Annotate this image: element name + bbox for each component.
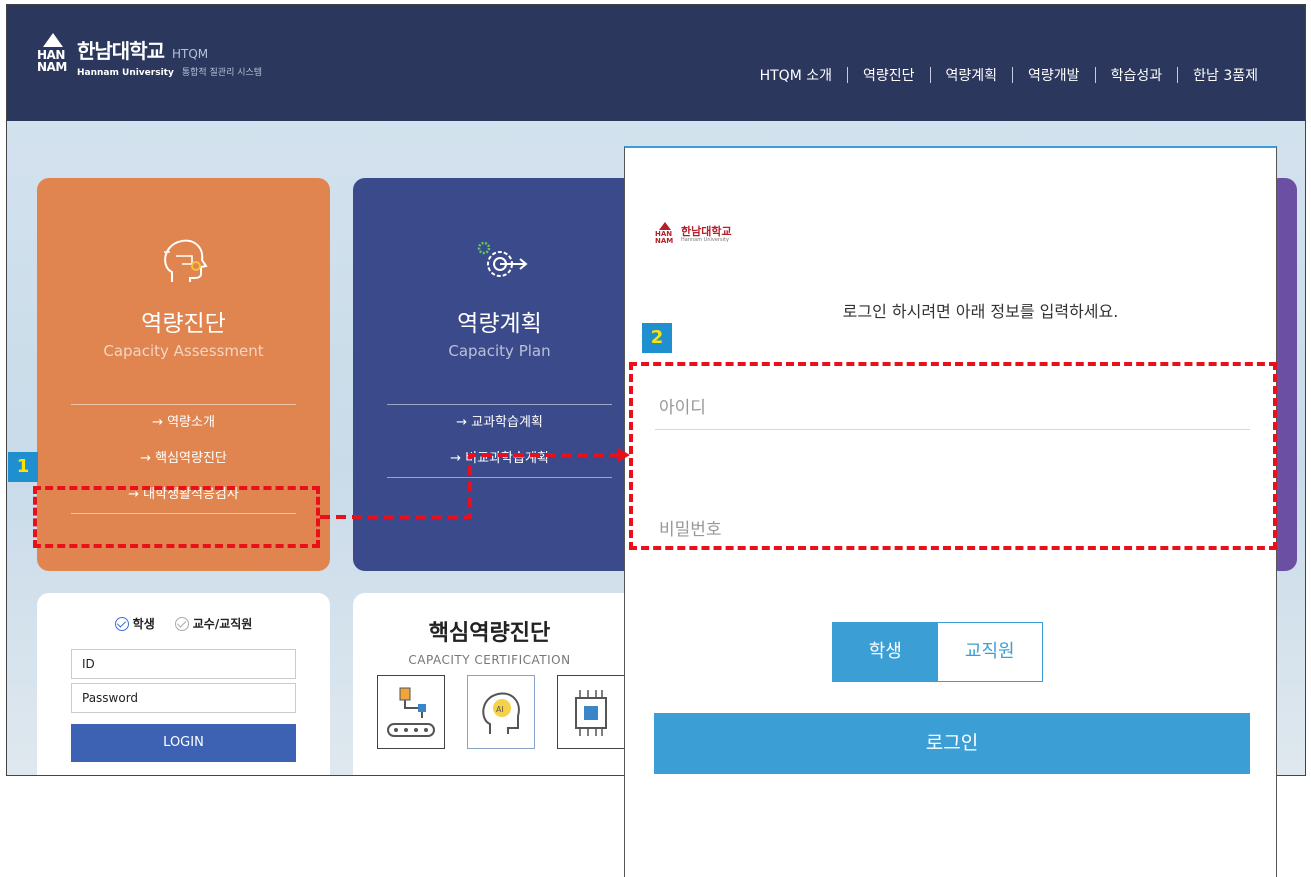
user-type-toggle: 학생 교직원: [832, 622, 1043, 682]
logo-english: Hannam University: [77, 67, 174, 78]
link-core-capacity[interactable]: → 핵심역량진단: [71, 441, 296, 477]
hannam-logo-icon: HAN NAM: [37, 33, 69, 79]
logo-htqm: HTQM: [172, 46, 209, 61]
link-curricular-plan[interactable]: → 교과학습계획: [387, 405, 612, 441]
site-header: HAN NAM 한남대학교 HTQM Hannam University 통합적 …: [7, 5, 1305, 121]
ai-head-icon[interactable]: AI: [467, 675, 535, 749]
password-input[interactable]: Password: [71, 683, 296, 713]
login-button[interactable]: LOGIN: [71, 724, 296, 762]
quick-login-box: 학생 교수/교직원 ID Password LOGIN: [37, 593, 330, 775]
core-capacity-subtitle: CAPACITY CERTIFICATION: [408, 653, 571, 667]
highlight-box-adaptation-test: [33, 486, 320, 548]
check-circle-icon: [174, 616, 189, 631]
nav-item-development[interactable]: 역량개발: [1013, 65, 1095, 85]
toggle-staff[interactable]: 교직원: [937, 623, 1042, 681]
link-capacity-intro[interactable]: → 역량소개: [71, 405, 296, 441]
radio-student[interactable]: 학생: [114, 615, 155, 632]
popup-login-button[interactable]: 로그인: [654, 713, 1250, 774]
nav-item-3pumje[interactable]: 한남 3품제: [1178, 65, 1273, 85]
popup-logo-english: Hannam University: [681, 236, 729, 243]
assessment-subtitle: Capacity Assessment: [103, 342, 264, 360]
plan-card: 역량계획 Capacity Plan → 교과학습계획 → 비교과학습계획: [353, 178, 646, 571]
svg-text:AI: AI: [496, 705, 504, 714]
nav-item-htqm[interactable]: HTQM 소개: [745, 65, 847, 85]
popup-logo: HAN NAM 한남대학교 Hannam University: [655, 222, 732, 246]
radio-student-label: 학생: [132, 617, 155, 631]
plan-links: → 교과학습계획 → 비교과학습계획: [387, 404, 612, 478]
main-nav: HTQM 소개 역량진단 역량계획 역량개발 학습성과 한남 3품제: [745, 65, 1273, 85]
highlight-box-login-fields: [629, 362, 1277, 550]
nav-item-plan[interactable]: 역량계획: [931, 65, 1013, 85]
logo-name: 한남대학교: [77, 38, 165, 63]
step-badge-2: 2: [642, 323, 672, 353]
popup-logo-name: 한남대학교: [681, 224, 732, 238]
head-gear-icon: [163, 239, 208, 282]
step-badge-1: 1: [8, 452, 38, 482]
toggle-student[interactable]: 학생: [833, 623, 938, 681]
gear-target-icon: [477, 241, 528, 277]
plan-title: 역량계획: [457, 311, 542, 337]
robot-arm-icon[interactable]: [377, 675, 445, 749]
link-extracurricular-plan[interactable]: → 비교과학습계획: [387, 441, 612, 477]
hannam-logo-icon: HAN NAM: [655, 222, 675, 246]
core-capacity-box: 핵심역량진단 CAPACITY CERTIFICATION AI: [353, 593, 646, 775]
site-logo[interactable]: HAN NAM 한남대학교 HTQM Hannam University 통합적 …: [37, 33, 262, 79]
radio-staff-label: 교수/교직원: [192, 617, 253, 631]
check-circle-icon: [114, 616, 129, 631]
core-capacity-title: 핵심역량진단: [428, 621, 551, 646]
radio-staff[interactable]: 교수/교직원: [174, 615, 253, 632]
nav-item-assessment[interactable]: 역량진단: [848, 65, 930, 85]
plan-subtitle: Capacity Plan: [448, 342, 551, 360]
id-input[interactable]: ID: [71, 649, 296, 679]
nav-item-outcomes[interactable]: 학습성과: [1096, 65, 1178, 85]
chip-icon[interactable]: [557, 675, 625, 749]
logo-system: 통합적 질관리 시스템: [181, 67, 263, 78]
assessment-title: 역량진단: [141, 311, 226, 337]
popup-message: 로그인 하시려면 아래 정보를 입력하세요.: [842, 302, 1119, 321]
